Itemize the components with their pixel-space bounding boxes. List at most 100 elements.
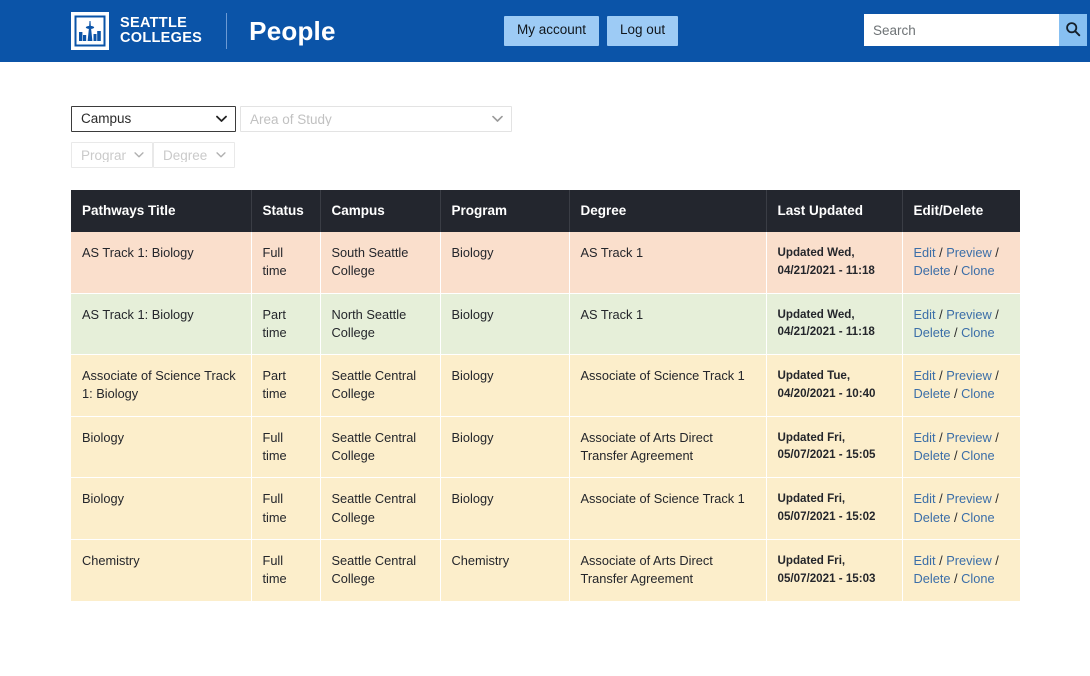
delete-link[interactable]: Delete: [914, 325, 951, 340]
search-submit-button[interactable]: [1059, 14, 1087, 46]
area-of-study-filter-select[interactable]: Area of Study: [240, 106, 512, 132]
edit-link[interactable]: Edit: [914, 245, 936, 260]
clone-link[interactable]: Clone: [961, 263, 994, 278]
cell-campus: South Seattle College: [320, 232, 441, 294]
delete-link[interactable]: Delete: [914, 386, 951, 401]
column-header-degree[interactable]: Degree: [569, 190, 767, 232]
program-filter-wrapper: Program: [71, 142, 153, 168]
cell-status: Full time: [251, 539, 321, 602]
column-header-status[interactable]: Status: [251, 190, 321, 232]
degree-filter-select[interactable]: Degree: [153, 142, 235, 168]
brand-lockup[interactable]: SEATTLE COLLEGES: [71, 12, 202, 50]
search-form: [864, 14, 1087, 46]
cell-last-updated: Updated Wed, 04/21/2021 - 11:18: [766, 232, 903, 294]
site-header: SEATTLE COLLEGES People My account Log o…: [0, 0, 1090, 62]
cell-program: Biology: [440, 293, 570, 356]
cell-program: Biology: [440, 477, 570, 540]
cell-campus: Seattle Central College: [320, 539, 441, 602]
preview-link[interactable]: Preview: [946, 491, 992, 506]
preview-link[interactable]: Preview: [946, 307, 992, 322]
cell-edit-delete: Edit / Preview / Delete / Clone: [902, 232, 1020, 294]
delete-link[interactable]: Delete: [914, 571, 951, 586]
table-row: AS Track 1: Biology Part time North Seattl…: [71, 293, 1020, 356]
campus-filter-select[interactable]: Campus: [71, 106, 236, 132]
cell-pathway-title: AS Track 1: Biology: [71, 232, 252, 294]
cell-program: Biology: [440, 416, 570, 479]
preview-link[interactable]: Preview: [946, 430, 992, 445]
page-title: People: [249, 15, 336, 46]
preview-link[interactable]: Preview: [946, 553, 992, 568]
filter-row-secondary: Program Degree: [71, 142, 1090, 168]
brand-wordmark: SEATTLE COLLEGES: [120, 16, 202, 46]
cell-pathway-title: Associate of Science Track 1: Biology: [71, 354, 252, 417]
edit-link[interactable]: Edit: [914, 368, 936, 383]
column-header-last-updated[interactable]: Last Updated: [766, 190, 903, 232]
program-filter-select[interactable]: Program: [71, 142, 153, 168]
cell-pathway-title: Chemistry: [71, 539, 252, 602]
cell-last-updated: Updated Wed, 04/21/2021 - 11:18: [766, 293, 903, 356]
delete-link[interactable]: Delete: [914, 448, 951, 463]
column-header-edit-delete[interactable]: Edit/Delete: [902, 190, 1020, 232]
table-row: Chemistry Full time Seattle Central Colleg…: [71, 539, 1020, 602]
cell-status: Part time: [251, 354, 321, 417]
cell-degree: Associate of Arts Direct Transfer Agreem…: [569, 416, 767, 479]
header-divider: [226, 13, 228, 49]
search-icon: [1065, 21, 1081, 40]
cell-campus: Seattle Central College: [320, 416, 441, 479]
cell-status: Full time: [251, 477, 321, 540]
column-header-pathways-title[interactable]: Pathways Title: [71, 190, 252, 232]
preview-link[interactable]: Preview: [946, 245, 992, 260]
table-head: Pathways Title Status Campus Program Deg…: [71, 190, 1020, 232]
table-row: Biology Full time Seattle Central College B…: [71, 477, 1020, 540]
table-body: AS Track 1: Biology Full time South Seattl…: [71, 232, 1020, 602]
pathways-table-container: Pathways Title Status Campus Program Deg…: [71, 190, 1020, 602]
edit-link[interactable]: Edit: [914, 491, 936, 506]
column-header-program[interactable]: Program: [440, 190, 570, 232]
main-content: Campus Area of Study Program Degree Path…: [0, 106, 1090, 602]
delete-link[interactable]: Delete: [914, 263, 951, 278]
cell-campus: North Seattle College: [320, 293, 441, 356]
cell-last-updated: Updated Fri, 05/07/2021 - 15:05: [766, 416, 903, 479]
cell-pathway-title: AS Track 1: Biology: [71, 293, 252, 356]
preview-link[interactable]: Preview: [946, 368, 992, 383]
edit-link[interactable]: Edit: [914, 553, 936, 568]
cell-program: Biology: [440, 354, 570, 417]
cell-status: Full time: [251, 232, 321, 294]
log-out-button[interactable]: Log out: [607, 16, 679, 46]
clone-link[interactable]: Clone: [961, 325, 994, 340]
area-of-study-filter-wrapper: Area of Study: [236, 106, 512, 132]
cell-degree: AS Track 1: [569, 232, 767, 294]
column-header-campus[interactable]: Campus: [320, 190, 441, 232]
cell-edit-delete: Edit / Preview / Delete / Clone: [902, 539, 1020, 602]
my-account-button[interactable]: My account: [504, 16, 600, 46]
edit-link[interactable]: Edit: [914, 430, 936, 445]
clone-link[interactable]: Clone: [961, 448, 994, 463]
cell-edit-delete: Edit / Preview / Delete / Clone: [902, 354, 1020, 417]
clone-link[interactable]: Clone: [961, 510, 994, 525]
edit-link[interactable]: Edit: [914, 307, 936, 322]
table-row: Biology Full time Seattle Central College B…: [71, 416, 1020, 479]
cell-campus: Seattle Central College: [320, 354, 441, 417]
cell-last-updated: Updated Fri, 05/07/2021 - 15:03: [766, 539, 903, 602]
brand-wordmark-line2: COLLEGES: [120, 30, 203, 46]
cell-status: Part time: [251, 293, 321, 356]
search-input[interactable]: [864, 14, 1059, 46]
cell-degree: Associate of Science Track 1: [569, 354, 767, 417]
clone-link[interactable]: Clone: [961, 571, 994, 586]
campus-filter-wrapper: Campus: [71, 106, 236, 132]
account-actions: My account Log out: [504, 16, 679, 46]
table-row: AS Track 1: Biology Full time South Seattl…: [71, 232, 1020, 294]
delete-link[interactable]: Delete: [914, 510, 951, 525]
table-header-row: Pathways Title Status Campus Program Deg…: [71, 190, 1020, 232]
brand-wordmark-line1: SEATTLE: [120, 15, 188, 31]
cell-pathway-title: Biology: [71, 477, 252, 540]
cell-program: Biology: [440, 232, 570, 294]
table-row: Associate of Science Track 1: Biology Par…: [71, 354, 1020, 417]
clone-link[interactable]: Clone: [961, 386, 994, 401]
cell-edit-delete: Edit / Preview / Delete / Clone: [902, 416, 1020, 479]
cell-last-updated: Updated Tue, 04/20/2021 - 10:40: [766, 354, 903, 417]
cell-degree: Associate of Science Track 1: [569, 477, 767, 540]
cell-degree: Associate of Arts Direct Transfer Agreem…: [569, 539, 767, 602]
cell-last-updated: Updated Fri, 05/07/2021 - 15:02: [766, 477, 903, 540]
filter-row-primary: Campus Area of Study: [71, 106, 1090, 132]
